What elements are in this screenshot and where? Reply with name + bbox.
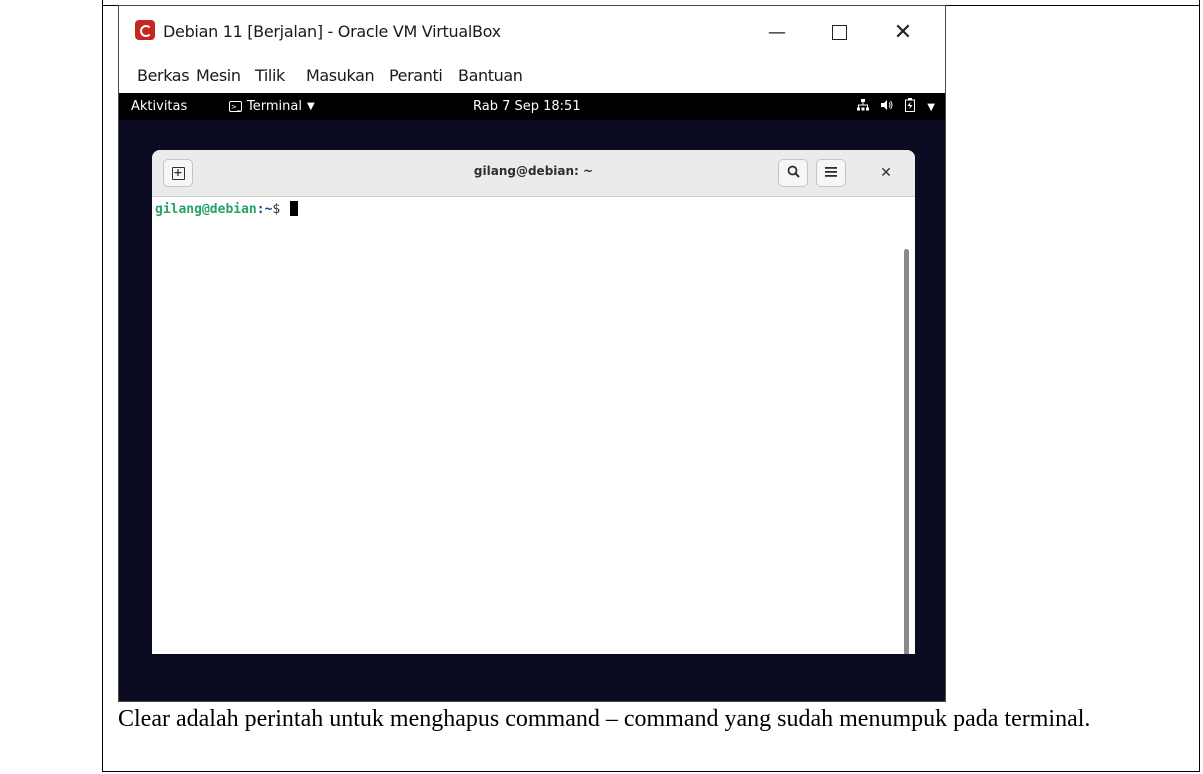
menu-button[interactable] (816, 159, 846, 187)
system-menu-icon: ▼ (927, 101, 935, 113)
caption-text: Clear adalah perintah untuk menghapus co… (118, 706, 1091, 732)
hamburger-icon (825, 165, 837, 181)
minimize-button[interactable]: — (757, 14, 797, 50)
gnome-top-bar: Aktivitas >_ Terminal ▼ Rab 7 Sep 18:51 … (119, 93, 945, 120)
prompt-line: gilang@debian:~$ (155, 201, 299, 217)
guest-screen[interactable]: Aktivitas >_ Terminal ▼ Rab 7 Sep 18:51 … (119, 93, 945, 701)
menu-mesin[interactable]: Mesin (196, 66, 241, 85)
terminal-app-menu-label: Terminal (247, 99, 302, 114)
menu-tilik[interactable]: Tilik (255, 66, 285, 85)
virtualbox-app-icon (135, 20, 155, 40)
maximize-icon (831, 24, 847, 40)
prompt-symbol: $ (272, 202, 289, 217)
network-icon (857, 99, 870, 115)
battery-icon (905, 98, 916, 116)
window-titlebar[interactable]: Debian 11 [Berjalan] - Oracle VM Virtual… (119, 6, 945, 58)
virtualbox-window: Debian 11 [Berjalan] - Oracle VM Virtual… (118, 5, 946, 702)
prompt-user: gilang@debian (155, 202, 257, 217)
clock[interactable]: Rab 7 Sep 18:51 (473, 99, 581, 114)
menu-bantuan[interactable]: Bantuan (458, 66, 523, 85)
terminal-close-button[interactable]: ✕ (872, 159, 900, 187)
maximize-button[interactable] (819, 14, 859, 50)
menu-berkas[interactable]: Berkas (137, 66, 190, 85)
system-tray[interactable]: ▼ (857, 98, 935, 116)
terminal-scrollbar[interactable] (904, 249, 909, 654)
search-button[interactable] (778, 159, 808, 187)
text-cursor (290, 201, 299, 216)
menu-peranti[interactable]: Peranti (389, 66, 443, 85)
close-window-button[interactable]: ✕ (883, 14, 923, 50)
terminal-headerbar[interactable]: + gilang@debian: ~ ✕ (152, 150, 915, 197)
menu-masukan[interactable]: Masukan (306, 66, 375, 85)
chevron-down-icon: ▼ (306, 101, 315, 112)
terminal-icon: >_ (229, 101, 242, 112)
terminal-window: + gilang@debian: ~ ✕ gilang@debian:~$ (152, 150, 915, 654)
terminal-output[interactable]: gilang@debian:~$ (152, 197, 915, 654)
close-icon: ✕ (880, 165, 892, 181)
prompt-path: :~ (256, 202, 273, 217)
terminal-app-menu[interactable]: >_ Terminal ▼ (229, 99, 315, 114)
menubar: Berkas Mesin Tilik Masukan Peranti Bantu… (119, 62, 945, 90)
activities-button[interactable]: Aktivitas (131, 99, 187, 114)
window-title: Debian 11 [Berjalan] - Oracle VM Virtual… (163, 22, 501, 41)
volume-icon (881, 99, 893, 115)
search-icon (787, 165, 800, 182)
